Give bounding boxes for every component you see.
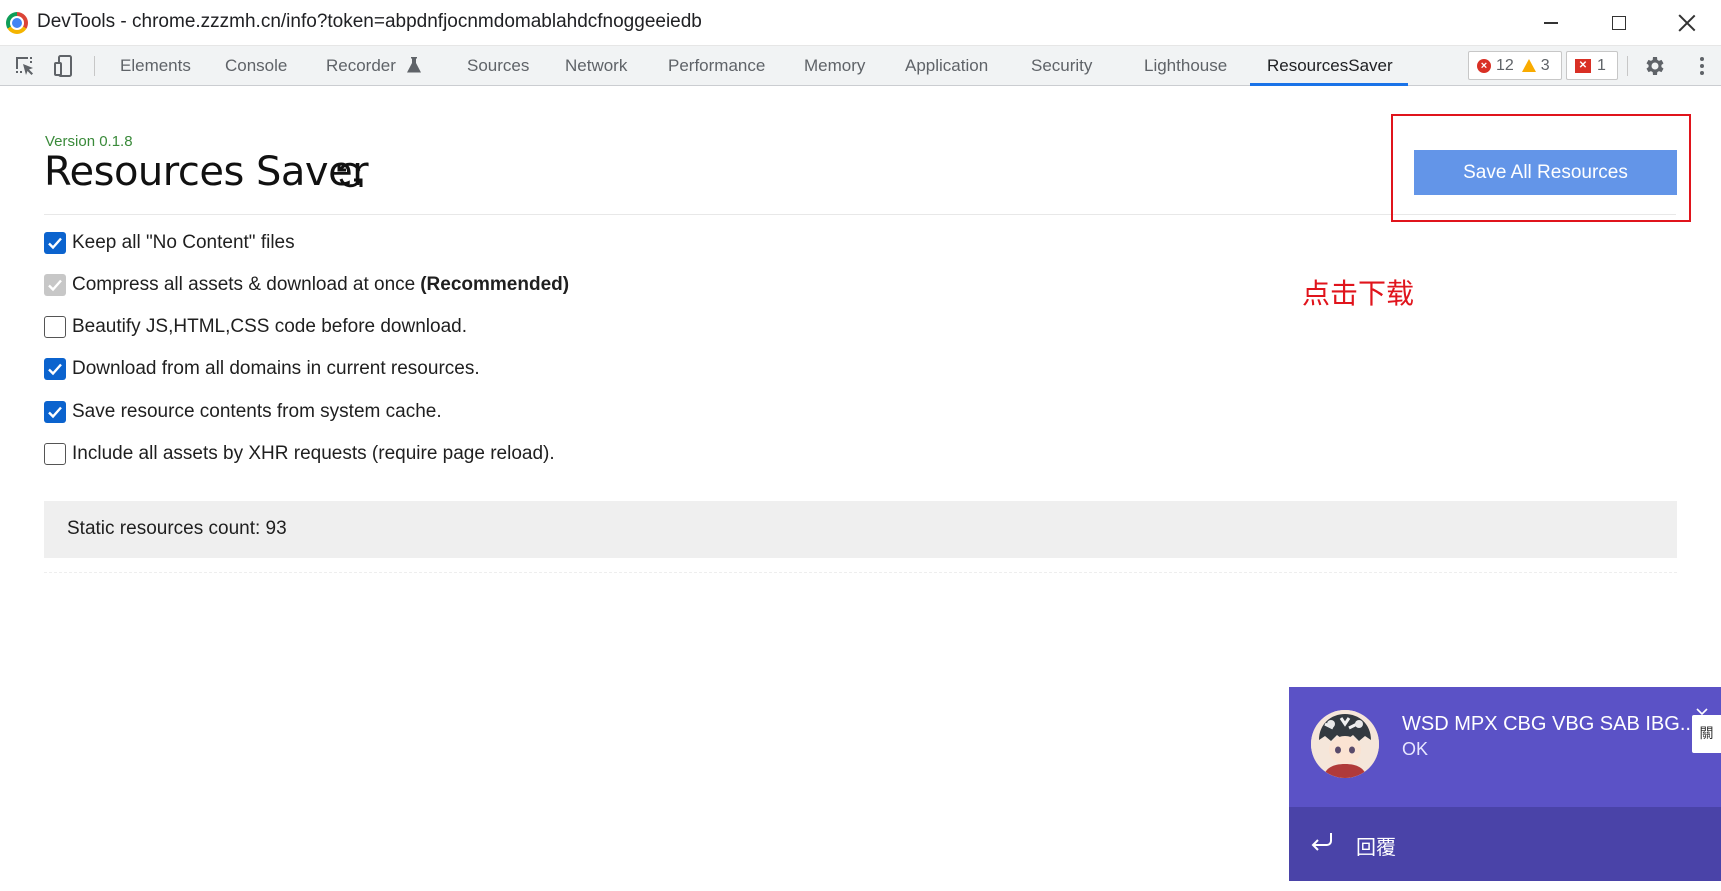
option-label: Compress all assets & download at once (72, 274, 416, 295)
page-title: Resources Saver (44, 149, 369, 195)
tab-security[interactable]: Security (1031, 46, 1092, 86)
inspect-element-icon[interactable] (13, 54, 37, 78)
maximize-icon (1612, 16, 1626, 30)
experiment-flask-icon (406, 56, 421, 73)
tab-performance[interactable]: Performance (668, 46, 765, 86)
error-count: 12 (1496, 56, 1514, 74)
anime-avatar-image (1311, 710, 1379, 778)
option-label: Include all assets by XHR requests (requ… (72, 443, 555, 464)
checkbox-checked[interactable] (44, 232, 66, 254)
checkbox-checked[interactable] (44, 401, 66, 423)
option-beautify-code[interactable]: Beautify JS,HTML,CSS code before downloa… (44, 314, 467, 340)
option-compress-assets: Compress all assets & download at once (… (44, 272, 569, 298)
checkbox-unchecked[interactable] (44, 443, 66, 465)
tab-recorder[interactable]: Recorder (326, 46, 421, 86)
tab-memory[interactable]: Memory (804, 46, 865, 86)
checkmark-icon (48, 279, 62, 292)
notification-toast[interactable]: WSD MPX CBG VBG SAB IBG... OK 關 回覆 (1289, 687, 1721, 881)
dashed-divider (44, 572, 1677, 573)
toolbar-divider (1627, 56, 1628, 76)
checkmark-icon (48, 237, 62, 250)
tab-resourcessaver[interactable]: ResourcesSaver (1267, 46, 1393, 86)
resources-count-bar: Static resources count: 93 (44, 501, 1677, 558)
save-all-resources-button[interactable]: Save All Resources (1414, 150, 1677, 195)
close-window-button[interactable] (1653, 0, 1721, 46)
checkbox-disabled-checked (44, 274, 66, 296)
close-icon (1678, 14, 1696, 32)
chrome-logo-icon (6, 12, 28, 34)
checkmark-icon (48, 406, 62, 419)
tab-application[interactable]: Application (905, 46, 988, 86)
version-label: Version 0.1.8 (45, 133, 133, 150)
notification-content[interactable]: WSD MPX CBG VBG SAB IBG... OK 關 (1289, 687, 1721, 807)
console-errors-warnings-badge[interactable]: × 12 3 (1468, 51, 1562, 80)
reply-arrow-icon (1311, 833, 1332, 851)
annotation-text: 点击下载 (1302, 277, 1415, 310)
device-toolbar-icon[interactable] (52, 54, 76, 78)
warning-icon (1521, 59, 1536, 72)
error-icon: × (1477, 58, 1491, 73)
notification-title: WSD MPX CBG VBG SAB IBG... (1402, 713, 1692, 735)
issues-badge[interactable]: ✕ 1 (1566, 51, 1618, 80)
issue-count: 1 (1597, 56, 1606, 74)
option-label: Save resource contents from system cache… (72, 401, 442, 422)
checkmark-icon (48, 363, 62, 376)
option-all-domains[interactable]: Download from all domains in current res… (44, 356, 480, 382)
option-xhr-requests[interactable]: Include all assets by XHR requests (requ… (44, 441, 555, 467)
maximize-button[interactable] (1585, 0, 1653, 46)
warning-count: 3 (1540, 56, 1550, 74)
notification-body: OK (1402, 739, 1429, 759)
notification-side-tab[interactable]: 關 (1692, 715, 1721, 753)
minimize-icon (1544, 22, 1558, 24)
option-label: Download from all domains in current res… (72, 358, 480, 379)
static-resources-count: Static resources count: 93 (67, 518, 287, 539)
toolbar-divider (94, 56, 95, 76)
active-tab-indicator (1250, 83, 1408, 86)
refresh-icon[interactable] (335, 160, 365, 190)
reply-label: 回覆 (1356, 835, 1396, 859)
settings-gear-icon[interactable] (1643, 54, 1667, 78)
tab-lighthouse[interactable]: Lighthouse (1144, 46, 1227, 86)
option-keep-no-content[interactable]: Keep all "No Content" files (44, 230, 295, 256)
option-label: Beautify JS,HTML,CSS code before downloa… (72, 316, 467, 337)
devtools-toolbar: Elements Console Recorder Sources Networ… (0, 46, 1721, 86)
tab-elements[interactable]: Elements (120, 46, 191, 86)
recommended-label: (Recommended) (420, 274, 570, 295)
window-title-bar: DevTools - chrome.zzzmh.cn/info?token=ab… (0, 0, 1721, 46)
tab-sources[interactable]: Sources (467, 46, 529, 86)
notification-reply-button[interactable]: 回覆 (1289, 807, 1721, 881)
option-label: Keep all "No Content" files (72, 232, 295, 253)
minimize-button[interactable] (1517, 0, 1585, 46)
tab-recorder-label: Recorder (326, 56, 396, 75)
tab-network[interactable]: Network (565, 46, 627, 86)
option-system-cache[interactable]: Save resource contents from system cache… (44, 399, 442, 425)
avatar (1311, 710, 1379, 778)
checkbox-checked[interactable] (44, 358, 66, 380)
window-title: DevTools - chrome.zzzmh.cn/info?token=ab… (37, 11, 702, 32)
issue-icon: ✕ (1575, 58, 1591, 73)
more-options-icon[interactable] (1690, 54, 1714, 78)
checkbox-unchecked[interactable] (44, 316, 66, 338)
tab-console[interactable]: Console (225, 46, 287, 86)
